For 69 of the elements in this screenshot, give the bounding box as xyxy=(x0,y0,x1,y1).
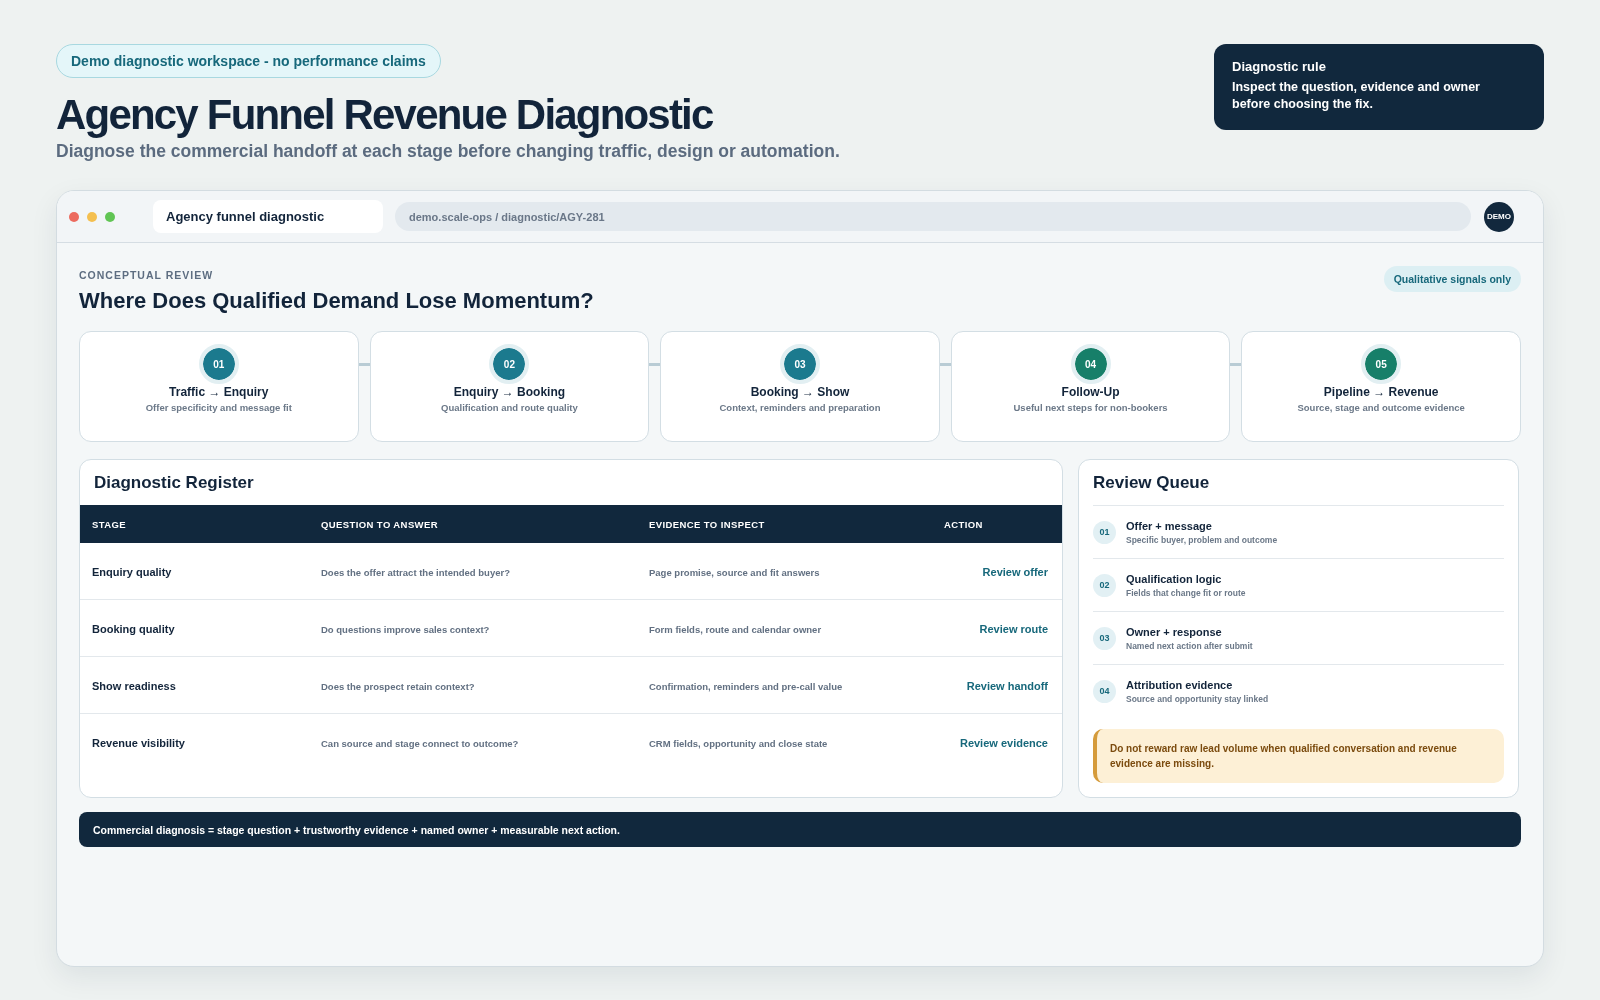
panel-title: Review Queue xyxy=(1093,460,1504,506)
address-bar[interactable]: demo.scale-ops / diagnostic/AGY-281 xyxy=(395,202,1471,231)
warning-callout: Do not reward raw lead volume when qualified conversation and revenue evidence are missing. xyxy=(1093,729,1504,783)
table-cell: Show readiness xyxy=(92,680,176,692)
stage-connector xyxy=(358,363,370,366)
queue-item-title: Offer + message xyxy=(1126,518,1213,533)
review-link[interactable]: Review route xyxy=(979,623,1048,635)
queue-item-description: Named next action after submit xyxy=(1126,639,1253,652)
column-header: STAGE xyxy=(80,505,309,543)
queue-item-description: Specific buyer, problem and outcome xyxy=(1126,533,1278,546)
step-number: 03 xyxy=(1093,626,1116,650)
browser-tab[interactable]: Agency funnel diagnostic xyxy=(153,200,383,233)
table-cell: Form fields, route and calendar owner xyxy=(649,624,822,635)
window-close-icon[interactable] xyxy=(69,211,79,222)
table-cell: CRM fields, opportunity and close state xyxy=(649,738,828,749)
step-number: 01 xyxy=(198,344,239,384)
page-subtitle: Diagnose the commercial handoff at each stage before changing traffic, design or automation. xyxy=(56,140,840,162)
page-title: Agency Funnel Revenue Diagnostic xyxy=(56,91,713,139)
stage-description: Qualification and route quality xyxy=(441,401,578,414)
table-cell: Do questions improve sales context? xyxy=(321,624,490,635)
step-number: 05 xyxy=(1361,344,1402,384)
review-link[interactable]: Review offer xyxy=(982,566,1048,578)
rule-text: Inspect the question, evidence and owner before choosing the fix. xyxy=(1232,79,1481,113)
stage-title: Traffic → Enquiry xyxy=(169,385,269,400)
stage-connector xyxy=(649,363,661,366)
stage-title: Follow-Up xyxy=(1061,385,1120,400)
review-link[interactable]: Review handoff xyxy=(966,680,1048,692)
step-number: 01 xyxy=(1093,520,1116,544)
stage-connector xyxy=(939,363,951,366)
stage-description: Context, reminders and preparation xyxy=(719,401,881,414)
table-cell: Can source and stage connect to outcome? xyxy=(321,738,519,749)
queue-item-description: Source and opportunity stay linked xyxy=(1126,692,1269,705)
queue-item-title: Attribution evidence xyxy=(1126,677,1234,692)
window-minimize-icon[interactable] xyxy=(87,211,97,222)
table-cell: Page promise, source and fit answers xyxy=(649,567,820,578)
queue-item-title: Qualification logic xyxy=(1126,571,1223,586)
stage-description: Source, stage and outcome evidence xyxy=(1297,401,1465,414)
table-cell: Does the offer attract the intended buyer? xyxy=(321,567,510,578)
signal-tag: Qualitative signals only xyxy=(1383,266,1521,292)
table-cell: Confirmation, reminders and pre-call value xyxy=(649,681,843,692)
window-maximize-icon[interactable] xyxy=(105,211,115,222)
stage-description: Useful next steps for non-bookers xyxy=(1013,401,1168,414)
column-header: ACTION xyxy=(932,505,1062,543)
step-number: 03 xyxy=(780,344,820,384)
stage-title: Enquiry → Booking xyxy=(453,385,566,400)
account-avatar[interactable]: DEMO xyxy=(1484,201,1514,232)
step-number: 02 xyxy=(1093,573,1116,597)
queue-item-description: Fields that change fit or route xyxy=(1126,586,1246,599)
table-cell: Booking quality xyxy=(92,623,175,635)
rule-title: Diagnostic rule xyxy=(1232,58,1327,76)
table-cell: Does the prospect retain context? xyxy=(321,681,475,692)
stage-title: Pipeline → Revenue xyxy=(1323,385,1439,400)
section-heading: Where Does Qualified Demand Lose Momentum? xyxy=(79,287,594,315)
step-number: 04 xyxy=(1070,344,1111,384)
stage-description: Offer specificity and message fit xyxy=(145,401,292,414)
panel-title: Diagnostic Register xyxy=(93,471,255,494)
step-number: 04 xyxy=(1093,679,1116,703)
step-number: 02 xyxy=(489,344,530,384)
stage-connector xyxy=(1230,363,1242,366)
section-eyebrow: CONCEPTUAL REVIEW xyxy=(79,268,215,282)
column-header: EVIDENCE TO INSPECT xyxy=(637,505,932,543)
column-header: QUESTION TO ANSWER xyxy=(309,505,637,543)
formula-banner: Commercial diagnosis = stage question + trustworthy evidence + named owner + measurable next action. xyxy=(79,812,1521,847)
table-cell: Enquiry quality xyxy=(92,566,172,578)
queue-item-title: Owner + response xyxy=(1126,624,1223,639)
table-cell: Revenue visibility xyxy=(92,737,185,749)
stage-title: Booking → Show xyxy=(750,385,850,400)
review-link[interactable]: Review evidence xyxy=(959,737,1048,749)
workspace-notice: Demo diagnostic workspace - no performance claims xyxy=(56,44,441,78)
